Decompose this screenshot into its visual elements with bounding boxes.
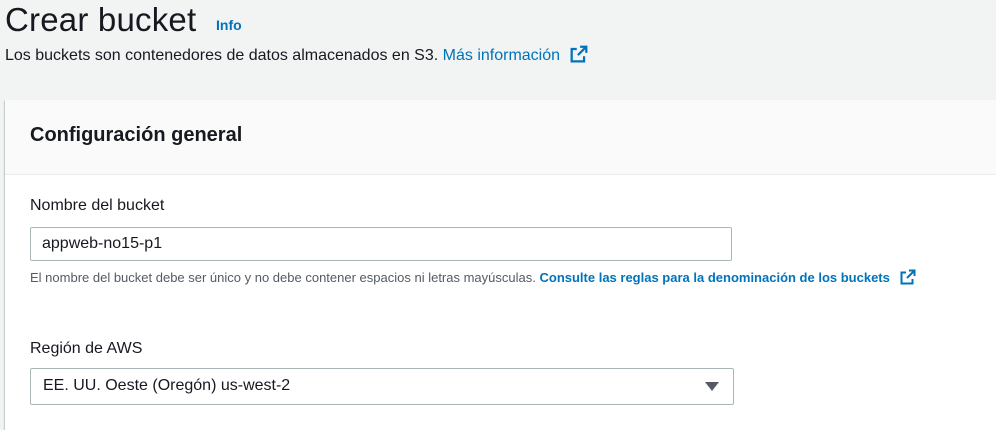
naming-rules-link[interactable]: Consulte las reglas para la denominación…	[539, 270, 889, 285]
bucket-name-hint: El nombre del bucket debe ser único y no…	[30, 268, 980, 288]
external-link-icon[interactable]	[570, 45, 588, 63]
page-title: Crear bucket	[5, 1, 197, 38]
more-info-link[interactable]: Más información	[443, 47, 560, 64]
external-link-icon[interactable]	[900, 269, 916, 285]
info-link[interactable]: Info	[216, 17, 242, 33]
panel-header: Configuración general	[5, 100, 996, 175]
region-label: Región de AWS	[30, 340, 143, 357]
general-configuration-panel: Configuración general Nombre del bucket …	[5, 100, 996, 430]
bucket-name-hint-text: El nombre del bucket debe ser único y no…	[30, 270, 536, 285]
region-select[interactable]: EE. UU. Oeste (Oregón) us-west-2	[30, 368, 734, 405]
panel-title: Configuración general	[30, 124, 243, 146]
region-selected-value: EE. UU. Oeste (Oregón) us-west-2	[43, 377, 291, 394]
page-description-text: Los buckets son contenedores de datos al…	[5, 47, 439, 64]
page-description: Los buckets son contenedores de datos al…	[5, 45, 588, 67]
caret-down-icon	[705, 382, 719, 391]
bucket-name-input[interactable]	[30, 227, 732, 261]
bucket-name-label: Nombre del bucket	[30, 197, 165, 214]
